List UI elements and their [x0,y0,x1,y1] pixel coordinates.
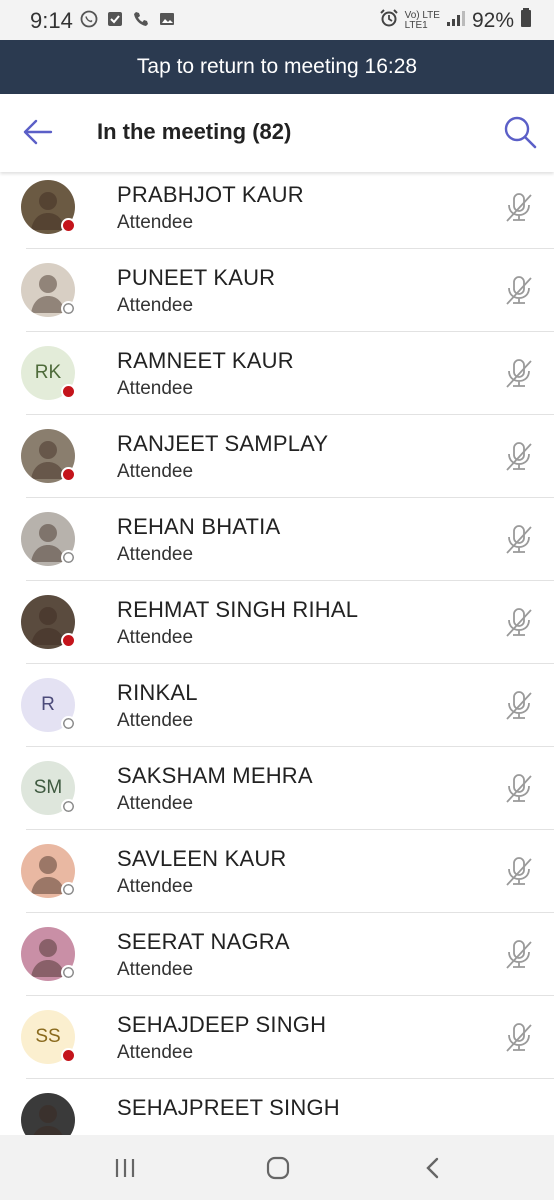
app-header: In the meeting (82) [0,94,554,172]
avatar: SM [21,761,76,815]
back-arrow-icon [23,119,53,145]
avatar [21,180,76,234]
checkbox-notification-icon [106,10,124,28]
avatar: R [21,678,76,732]
avatar [21,844,76,898]
participant-role: Attendee [117,1042,194,1063]
participant-role: Attendee [117,295,194,316]
participant-row[interactable]: R RINKAL Attendee [0,664,554,747]
participant-row[interactable]: SS SEHAJDEEP SINGH Attendee [0,996,554,1079]
status-busy-indicator [61,467,76,482]
participant-role: Attendee [117,793,194,814]
participant-role: Attendee [117,461,194,482]
avatar [21,927,76,981]
home-button[interactable] [263,1153,293,1183]
participant-name: RAMNEET KAUR [117,348,294,373]
status-busy-indicator [61,1048,76,1063]
mic-muted-icon [502,771,536,805]
network-label: Vo) LTE LTE1 [404,9,440,31]
system-nav-bar [0,1135,554,1200]
search-icon [504,116,537,149]
participant-name: SEHAJDEEP SINGH [117,1012,327,1037]
participant-name: PRABHJOT KAUR [117,182,304,207]
signal-icon [446,9,466,32]
avatar [21,512,76,566]
return-banner-text: Tap to return to meeting 16:28 [136,55,418,78]
participant-name: REHMAT SINGH RIHAL [117,597,359,622]
participant-name: PUNEET KAUR [117,265,276,290]
status-busy-indicator [61,633,76,648]
phone-icon [132,10,150,28]
nav-back-icon [426,1157,439,1179]
avatar [21,263,76,317]
participant-name: REHAN BHATIA [117,514,281,539]
mic-muted-icon [502,439,536,473]
status-busy-indicator [61,218,76,233]
status-offline-indicator [61,550,76,565]
home-icon [266,1156,290,1180]
alarm-icon [379,8,399,33]
participant-role: Attendee [117,959,194,980]
mic-muted-icon [502,937,536,971]
participant-row[interactable]: SM SAKSHAM MEHRA Attendee [0,747,554,830]
back-nav-button[interactable] [418,1153,448,1183]
mic-muted-icon [502,522,536,556]
status-busy-indicator [61,384,76,399]
participant-row[interactable]: SEERAT NAGRA Attendee [0,913,554,996]
status-offline-indicator [61,716,76,731]
participant-row[interactable]: SAVLEEN KAUR Attendee [0,830,554,913]
network-type: Vo) LTE [404,9,440,21]
participant-row[interactable]: RANJEET SAMPLAY Attendee [0,415,554,498]
participant-role: Attendee [117,876,194,897]
participant-row[interactable]: REHAN BHATIA Attendee [0,498,554,581]
mic-muted-icon [502,190,536,224]
image-icon [158,10,176,28]
participant-role: Attendee [117,627,194,648]
whatsapp-icon [80,10,98,28]
status-offline-indicator [61,965,76,980]
mic-muted-icon [502,273,536,307]
participant-role: Attendee [117,212,194,233]
status-offline-indicator [61,882,76,897]
participant-row[interactable]: REHMAT SINGH RIHAL Attendee [0,581,554,664]
status-bar: 9:14 Vo) LTE LTE1 92% [0,0,554,40]
status-right: Vo) LTE LTE1 92% [379,8,532,33]
status-time: 9:14 [30,8,73,33]
page-title: In the meeting (82) [97,119,292,144]
avatar [21,429,76,483]
status-offline-indicator [61,799,76,814]
participant-row[interactable]: PUNEET KAUR Attendee [0,249,554,332]
battery-icon [520,8,532,33]
participant-role: Attendee [117,378,194,399]
participant-role: Attendee [117,710,194,731]
participant-name: RINKAL [117,680,198,705]
participant-role: Attendee [117,544,194,565]
network-sub: LTE1 [404,19,428,31]
search-button[interactable] [502,114,538,150]
participant-name: SEERAT NAGRA [117,929,290,954]
participant-row[interactable]: RK RAMNEET KAUR Attendee [0,332,554,415]
battery-percentage: 92% [471,8,514,32]
mic-muted-icon [502,854,536,888]
recent-apps-button[interactable] [110,1153,140,1183]
participant-name: SEHAJPREET SINGH [117,1095,340,1120]
participant-row[interactable]: PRABHJOT KAUR Attendee [0,166,554,249]
participant-name: SAKSHAM MEHRA [117,763,313,788]
mic-muted-icon [502,356,536,390]
status-offline-indicator [61,301,76,316]
participant-name: RANJEET SAMPLAY [117,431,329,456]
avatar: RK [21,346,76,400]
recent-apps-icon [115,1159,135,1177]
mic-muted-icon [502,605,536,639]
back-button[interactable] [20,114,56,150]
participant-list: AttendeePRABHJOT KAURAttendeePUNEET KAUR… [0,97,554,1162]
avatar [21,595,76,649]
participant-name: SAVLEEN KAUR [117,846,287,871]
mic-muted-icon [502,688,536,722]
notification-icons [80,10,176,28]
avatar: SS [21,1010,76,1064]
mic-muted-icon [502,1020,536,1054]
